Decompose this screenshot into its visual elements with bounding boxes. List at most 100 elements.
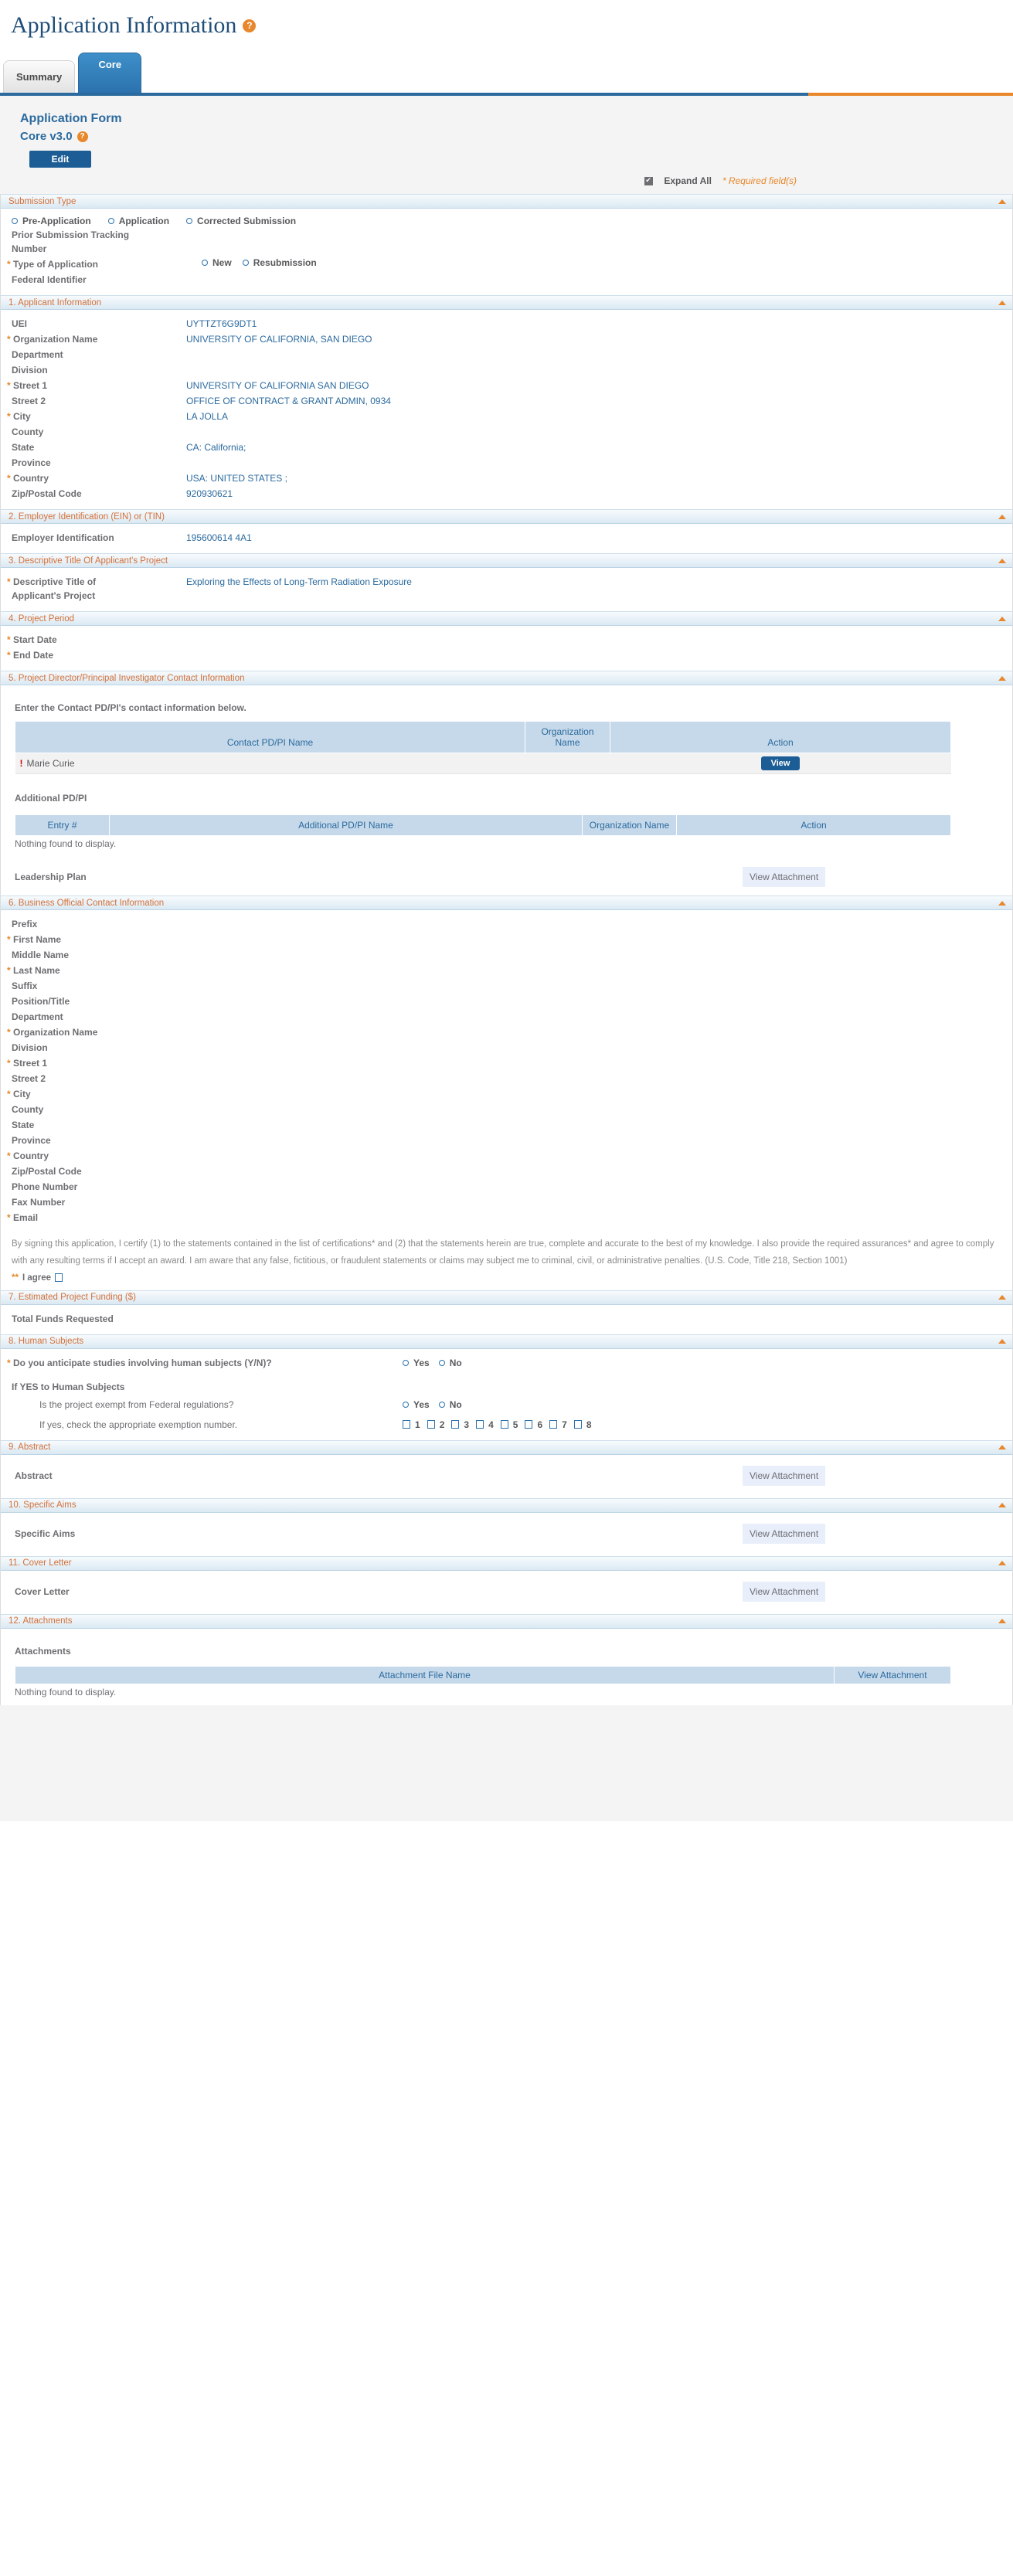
section-header-applicant-information[interactable]: 1. Applicant Information bbox=[1, 295, 1012, 310]
collapse-chevron-up-icon[interactable] bbox=[998, 1295, 1006, 1300]
collapse-chevron-up-icon[interactable] bbox=[998, 1561, 1006, 1566]
section-header-estimated-funding[interactable]: 7. Estimated Project Funding ($) bbox=[1, 1290, 1012, 1305]
radio-circle-icon[interactable] bbox=[107, 218, 114, 224]
field-row: Zip/Postal Code bbox=[1, 1164, 1012, 1179]
collapse-chevron-up-icon[interactable] bbox=[998, 616, 1006, 621]
section-body-human-subjects: * Do you anticipate studies involving hu… bbox=[1, 1348, 1012, 1440]
checkbox-icon[interactable] bbox=[525, 1420, 533, 1429]
exemption-checkbox-7[interactable]: 7 bbox=[549, 1419, 567, 1430]
pdpi-instruction: Enter the Contact PD/PI's contact inform… bbox=[15, 702, 246, 713]
form-version-row: Core v3.0 ? bbox=[20, 130, 1013, 143]
field-label-text: Street 2 bbox=[12, 1073, 46, 1084]
radio-human-subjects-no[interactable]: No bbox=[438, 1358, 462, 1368]
required-star: * bbox=[7, 934, 11, 945]
checkbox-icon[interactable] bbox=[403, 1420, 410, 1429]
radio-label: Yes bbox=[413, 1398, 430, 1410]
radio-circle-icon[interactable] bbox=[202, 260, 208, 266]
radio-corrected-submission[interactable]: Corrected Submission bbox=[186, 216, 296, 226]
expand-all-checkbox[interactable] bbox=[644, 175, 654, 185]
view-attachment-button[interactable]: View Attachment bbox=[743, 1523, 826, 1544]
federal-identifier-label: Federal Identifier bbox=[12, 274, 87, 285]
field-label-text: Street 2 bbox=[12, 396, 46, 406]
exemption-checkbox-3[interactable]: 3 bbox=[451, 1419, 469, 1430]
radio-label: Yes bbox=[413, 1357, 430, 1368]
help-icon[interactable]: ? bbox=[243, 19, 257, 32]
collapse-chevron-up-icon[interactable] bbox=[998, 900, 1006, 906]
checkbox-icon[interactable] bbox=[549, 1420, 558, 1429]
radio-circle-icon[interactable] bbox=[438, 1401, 445, 1408]
exempt-question: Is the project exempt from Federal regul… bbox=[39, 1398, 234, 1410]
collapse-chevron-up-icon[interactable] bbox=[998, 1503, 1006, 1508]
field-label-text: Phone Number bbox=[12, 1181, 78, 1192]
warning-exclamation-icon: ! bbox=[19, 758, 23, 769]
checkbox-icon[interactable] bbox=[476, 1420, 484, 1429]
exemption-checkbox-6[interactable]: 6 bbox=[525, 1419, 542, 1430]
radio-circle-icon[interactable] bbox=[242, 260, 249, 266]
checkbox-icon[interactable] bbox=[427, 1420, 435, 1429]
radio-application[interactable]: Application bbox=[107, 216, 169, 226]
section-header-specific-aims[interactable]: 10. Specific Aims bbox=[1, 1497, 1012, 1513]
radio-resubmission[interactable]: Resubmission bbox=[242, 257, 317, 268]
view-button[interactable]: View bbox=[760, 756, 801, 770]
tab-summary[interactable]: Summary bbox=[3, 60, 76, 93]
radio-circle-icon[interactable] bbox=[438, 1359, 445, 1366]
field-label-text: Department bbox=[12, 349, 63, 360]
edit-button[interactable]: Edit bbox=[29, 151, 91, 168]
section-header-human-subjects[interactable]: 8. Human Subjects bbox=[1, 1334, 1012, 1349]
exemption-checkbox-5[interactable]: 5 bbox=[500, 1419, 518, 1430]
col-view-attachment[interactable]: View Attachment bbox=[834, 1665, 951, 1684]
collapse-chevron-up-icon[interactable] bbox=[998, 675, 1006, 681]
collapse-chevron-up-icon[interactable] bbox=[998, 199, 1006, 204]
section-header-attachments[interactable]: 12. Attachments bbox=[1, 1613, 1012, 1629]
table-header-row: Attachment File Name View Attachment bbox=[15, 1665, 951, 1684]
exemption-checkbox-2[interactable]: 2 bbox=[427, 1419, 444, 1430]
collapse-chevron-up-icon[interactable] bbox=[998, 1619, 1006, 1624]
view-attachment-button[interactable]: View Attachment bbox=[743, 1465, 826, 1486]
radio-circle-icon[interactable] bbox=[186, 218, 193, 224]
section-header-descriptive-title[interactable]: 3. Descriptive Title Of Applicant's Proj… bbox=[1, 553, 1012, 568]
checkbox-icon[interactable] bbox=[500, 1420, 508, 1429]
collapse-chevron-up-icon[interactable] bbox=[998, 1445, 1006, 1450]
collapse-chevron-up-icon[interactable] bbox=[998, 558, 1006, 563]
radio-human-subjects-yes[interactable]: Yes bbox=[403, 1358, 430, 1368]
section-header-abstract[interactable]: 9. Abstract bbox=[1, 1439, 1012, 1455]
page-footer-spacer bbox=[0, 1704, 1013, 1821]
additional-pdpi-label: Additional PD/PI bbox=[15, 793, 87, 804]
tab-core[interactable]: Core bbox=[78, 53, 142, 93]
radio-pre-application[interactable]: Pre-Application bbox=[12, 216, 91, 226]
view-attachment-button[interactable]: View Attachment bbox=[743, 1581, 826, 1602]
collapse-chevron-up-icon[interactable] bbox=[998, 1339, 1006, 1344]
form-title: Application Form bbox=[20, 112, 122, 125]
radio-circle-icon[interactable] bbox=[403, 1359, 409, 1366]
view-attachment-button[interactable]: View Attachment bbox=[743, 867, 826, 887]
section-body-abstract: Abstract View Attachment bbox=[1, 1454, 1012, 1498]
exemption-checkbox-1[interactable]: 1 bbox=[403, 1419, 420, 1430]
field-type-of-application: * Type of Application New Resubmission bbox=[1, 257, 1012, 272]
radio-exempt-yes[interactable]: Yes bbox=[403, 1399, 430, 1410]
radio-exempt-no[interactable]: No bbox=[438, 1399, 462, 1410]
field-row: Middle Name bbox=[1, 947, 1012, 963]
checkbox-icon[interactable] bbox=[573, 1420, 582, 1429]
section-header-pdpi[interactable]: 5. Project Director/Principal Investigat… bbox=[1, 671, 1012, 685]
checkbox-icon[interactable] bbox=[451, 1420, 460, 1429]
field-label-text: Last Name bbox=[13, 965, 60, 976]
form-help-icon[interactable]: ? bbox=[76, 131, 88, 142]
section-header-employer-identification[interactable]: 2. Employer Identification (EIN) or (TIN… bbox=[1, 509, 1012, 524]
exemption-checkbox-4[interactable]: 4 bbox=[476, 1419, 494, 1430]
section-body-business-official: Prefix * First Name Middle Name * Last Name… bbox=[1, 910, 1012, 1290]
radio-circle-icon[interactable] bbox=[403, 1401, 409, 1408]
section-header-project-period[interactable]: 4. Project Period bbox=[1, 611, 1012, 626]
collapse-chevron-up-icon[interactable] bbox=[998, 300, 1006, 305]
section-title: 1. Applicant Information bbox=[8, 297, 102, 308]
field-row: State bbox=[1, 1117, 1012, 1133]
section-header-submission-type[interactable]: Submission Type bbox=[1, 194, 1012, 209]
form-panel: Application Form Core v3.0 ? Edit Expand… bbox=[0, 96, 1013, 1821]
exemption-checkbox-8[interactable]: 8 bbox=[573, 1419, 592, 1430]
radio-new[interactable]: New bbox=[202, 257, 232, 268]
collapse-chevron-up-icon[interactable] bbox=[998, 514, 1006, 519]
field-row: Zip/Postal Code 920930621 bbox=[1, 486, 1012, 501]
radio-circle-icon[interactable] bbox=[12, 218, 18, 224]
agree-checkbox[interactable] bbox=[55, 1273, 63, 1283]
section-header-business-official[interactable]: 6. Business Official Contact Information bbox=[1, 895, 1012, 910]
section-header-cover-letter[interactable]: 11. Cover Letter bbox=[1, 1555, 1012, 1571]
